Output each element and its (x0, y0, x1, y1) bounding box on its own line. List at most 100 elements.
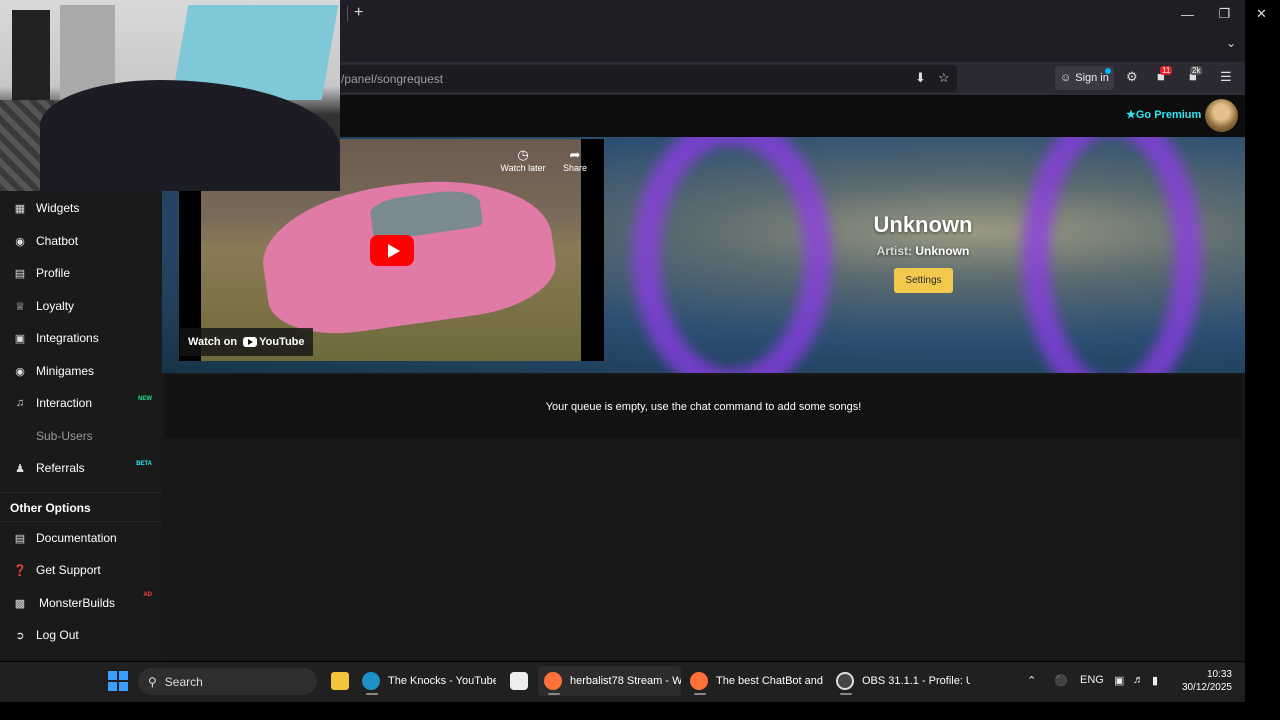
avatar[interactable] (1205, 99, 1238, 132)
sidebar-item-monsterbuilds[interactable]: ▩ MonsterBuilds AD (0, 588, 162, 618)
show-hidden-icons-chevron-icon[interactable]: ⌃ (1027, 674, 1036, 687)
taskbar-app-obs[interactable]: OBS 31.1.1 - Profile: Unti (830, 666, 970, 696)
song-queue: Your queue is empty, use the chat comman… (165, 375, 1242, 438)
close-icon[interactable]: ✕ (1243, 0, 1280, 28)
youtube-logo-icon (243, 337, 258, 347)
battery-icon[interactable]: ▮ (1152, 674, 1158, 687)
artist-value: Unknown (915, 244, 970, 258)
webcam-overlay (0, 0, 340, 191)
sidebar-item-log-out[interactable]: ➲ Log Out (0, 620, 162, 650)
logout-icon: ➲ (15, 629, 25, 642)
sidebar-item-label: Get Support (36, 563, 101, 577)
sidebar-item-label: Minigames (36, 364, 95, 378)
download-icon[interactable]: ⬇ (915, 70, 926, 86)
sidebar-item-label: Chatbot (36, 234, 79, 248)
laptop-icon: ▩ (14, 597, 26, 610)
watch-later-label: Watch later (500, 163, 546, 173)
watch-later-button[interactable]: ◷ Watch later (497, 147, 549, 173)
language-indicator[interactable]: ENG (1080, 674, 1104, 686)
sidebar-item-chatbot[interactable]: ◉ Chatbot (0, 226, 162, 256)
windows-start-icon[interactable] (108, 671, 128, 691)
sidebar-item-label: Integrations (36, 331, 99, 345)
bookmark-star-icon[interactable]: ☆ (938, 70, 950, 86)
beta-badge: BETA (136, 461, 152, 467)
microsoft-store-icon[interactable] (504, 666, 532, 696)
ad-badge: AD (143, 592, 152, 598)
sidebar-divider (0, 521, 162, 522)
sidebar-item-referrals[interactable]: ♟ Referrals BETA (0, 453, 162, 483)
other-options-heading: Other Options (10, 501, 91, 515)
extension-badge-2: 2k (1190, 66, 1203, 75)
taskbar-app-firefox-stream[interactable]: herbalist78 Stream - Wa (538, 666, 681, 696)
running-indicator (548, 693, 560, 695)
go-premium-label: Go Premium (1135, 109, 1202, 121)
question-icon: ❓ (13, 564, 27, 577)
sidebar-item-loyalty[interactable]: ♕ Loyalty (0, 291, 162, 321)
search-icon: ⚲ (148, 674, 157, 689)
taskbar-clock[interactable]: 10:33 30/12/2025 (1176, 668, 1232, 694)
taskbar-app-label: OBS 31.1.1 - Profile: Unti (862, 675, 970, 687)
taskbar-app-edge[interactable]: The Knocks - YouTube a (356, 666, 496, 696)
restore-icon[interactable]: ❐ (1206, 0, 1243, 28)
list-all-tabs-chevron-icon[interactable]: ⌄ (1226, 36, 1236, 50)
watch-on-youtube-button[interactable]: Watch on YouTube (180, 328, 313, 356)
id-card-icon: ▤ (14, 267, 26, 280)
sidebar-item-get-support[interactable]: ❓ Get Support (0, 555, 162, 585)
watch-on-label: Watch on (188, 336, 238, 348)
youtube-play-button[interactable] (370, 235, 414, 266)
sidebar-item-documentation[interactable]: ▤ Documentation (0, 523, 162, 553)
background-ring (1022, 137, 1202, 373)
grid-icon: ▦ (14, 202, 26, 215)
sidebar-item-interaction[interactable]: ♫ Interaction NEW (0, 388, 162, 418)
window-controls: — ❐ ✕ (1169, 0, 1280, 28)
sidebar-item-label: Sub-Users (36, 429, 93, 443)
microphone-icon[interactable]: ⚫ (1054, 674, 1068, 687)
running-indicator (366, 693, 378, 695)
menu-hamburger-icon[interactable]: ☰ (1220, 69, 1232, 85)
artist-line: Artist: Unknown (823, 244, 1023, 258)
tab-separator (347, 6, 348, 22)
sidebar-item-sub-users[interactable]: Sub-Users (0, 421, 162, 451)
sign-in-label: Sign in (1075, 72, 1109, 84)
folder-icon (331, 672, 349, 690)
background-ring (632, 137, 832, 373)
taskbar-app-label: The best ChatBot and W (716, 675, 824, 687)
taskbar-app-label: herbalist78 Stream - Wa (570, 675, 681, 687)
minimize-icon[interactable]: — (1169, 0, 1206, 28)
users-icon: ♟ (15, 462, 25, 475)
extensions-icon[interactable]: ⚙ (1126, 69, 1138, 85)
share-button[interactable]: ➦ Share (558, 147, 592, 173)
trophy-icon: ♕ (15, 300, 25, 313)
webcam-scene-element (12, 10, 50, 100)
sidebar-item-profile[interactable]: ▤ Profile (0, 258, 162, 288)
clock-date: 30/12/2025 (1181, 682, 1232, 693)
sign-in-button[interactable]: ☺ Sign in (1055, 66, 1114, 90)
running-indicator (694, 693, 706, 695)
sidebar-item-integrations[interactable]: ▣ Integrations (0, 323, 162, 353)
queue-empty-message: Your queue is empty, use the chat comman… (545, 400, 862, 413)
taskbar-app-firefox-chatbot[interactable]: The best ChatBot and W (684, 666, 824, 696)
sidebar-item-widgets[interactable]: ▦ Widgets (0, 193, 162, 223)
clock-icon: ◷ (517, 147, 529, 162)
taskbar-search-box[interactable]: ⚲ Search (138, 668, 317, 695)
network-icon[interactable]: ▣ (1114, 674, 1124, 687)
file-explorer-icon[interactable] (325, 666, 349, 696)
go-premium-link[interactable]: ★Go Premium (1126, 108, 1201, 121)
artist-label: Artist: (876, 244, 912, 258)
taskbar-search-label: Search (164, 674, 203, 689)
sidebar-item-label: Documentation (36, 531, 117, 545)
sidebar: ▦ Widgets ◉ Chatbot ▤ Profile ♕ Loyalty … (0, 191, 162, 661)
share-arrow-icon: ➦ (569, 147, 581, 162)
edge-browser-icon (362, 672, 380, 690)
music-icon: ♫ (15, 397, 25, 409)
address-bar-url[interactable]: /panel/songrequest (341, 72, 443, 86)
account-icon: ☺ (1060, 72, 1072, 84)
robot-icon: ◉ (15, 235, 25, 248)
song-title: Unknown (873, 212, 973, 237)
sidebar-item-minigames[interactable]: ◉ Minigames (0, 356, 162, 386)
firefox-icon (544, 672, 562, 690)
new-tab-icon[interactable]: + (354, 4, 363, 22)
star-icon: ★ (1126, 109, 1136, 121)
volume-icon[interactable]: ♬ (1133, 674, 1144, 686)
settings-button[interactable]: Settings (894, 268, 953, 293)
